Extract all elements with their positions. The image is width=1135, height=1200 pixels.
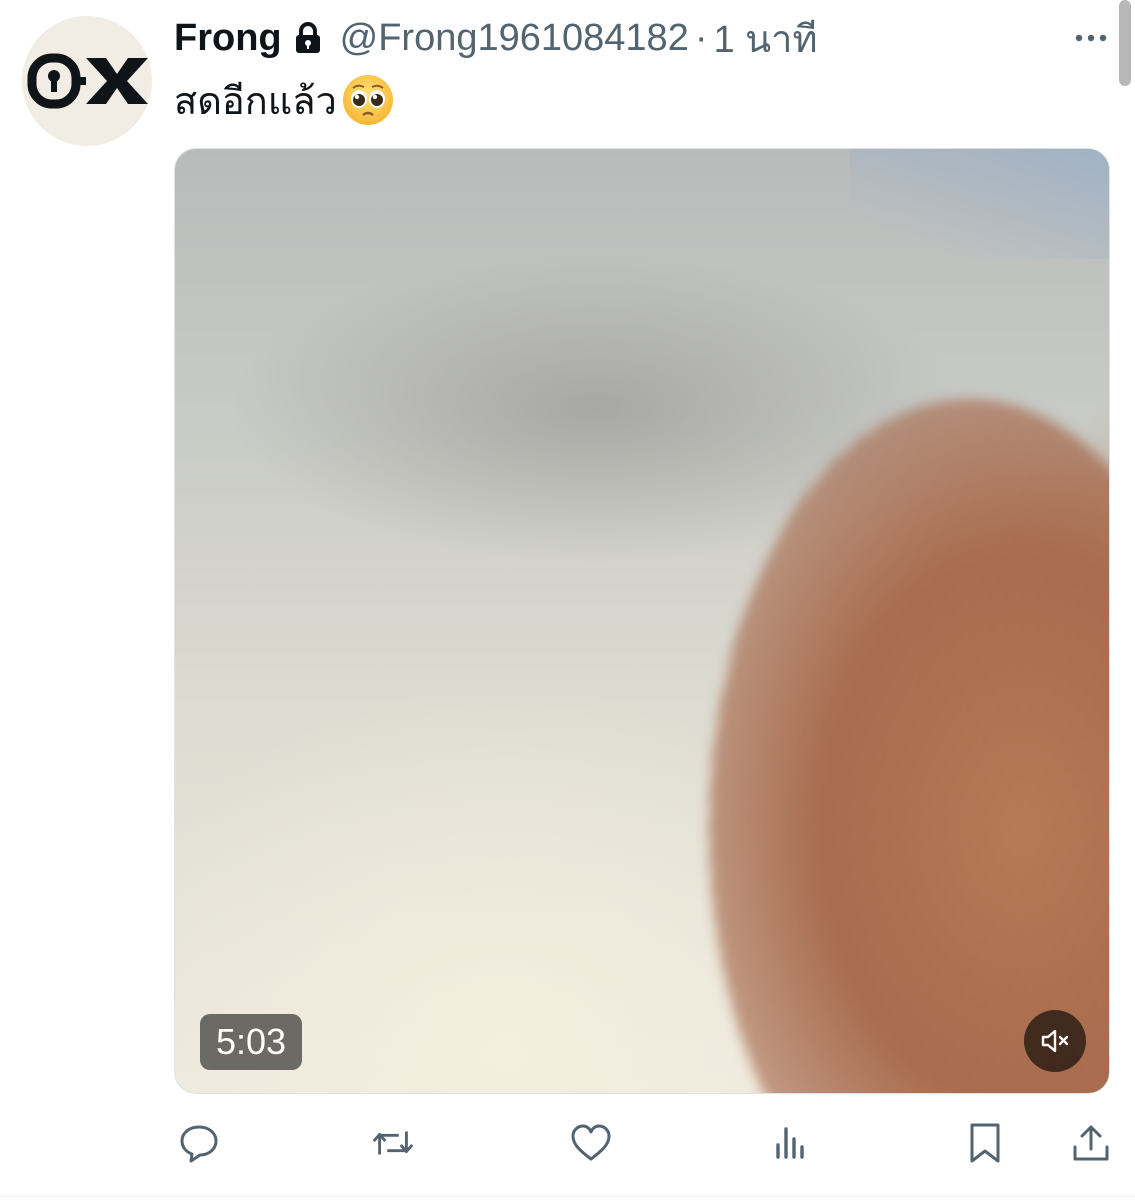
video-frame-background bbox=[849, 149, 1109, 259]
share-icon bbox=[1073, 1125, 1109, 1161]
retweet-button[interactable] bbox=[370, 1120, 416, 1166]
heart-icon bbox=[571, 1124, 611, 1161]
separator-dot: · bbox=[694, 16, 708, 59]
video-duration-badge: 5:03 bbox=[200, 1014, 302, 1070]
video-player[interactable] bbox=[174, 148, 1110, 1094]
video-frame-subject bbox=[709, 399, 1109, 1093]
tweet[interactable]: Frong @Frong1961084182 · 1 นาที สดอีกแล้… bbox=[0, 0, 1135, 1200]
tweet-text: สดอีกแล้ว bbox=[174, 72, 395, 128]
ox-logo-icon bbox=[27, 53, 148, 109]
timestamp[interactable]: 1 นาที bbox=[713, 8, 817, 69]
lock-icon bbox=[294, 21, 322, 55]
share-button[interactable] bbox=[1068, 1120, 1114, 1166]
bookmark-button[interactable] bbox=[962, 1120, 1008, 1166]
mute-button[interactable] bbox=[1024, 1010, 1086, 1072]
reply-icon bbox=[180, 1125, 218, 1163]
display-name[interactable]: Frong bbox=[174, 17, 282, 60]
more-options-icon[interactable] bbox=[1071, 28, 1111, 48]
retweet-icon bbox=[372, 1131, 414, 1155]
pleading-face-icon bbox=[341, 73, 395, 127]
bookmark-icon bbox=[970, 1123, 1000, 1163]
avatar[interactable] bbox=[22, 16, 152, 146]
tweet-actions bbox=[0, 1114, 1135, 1170]
user-handle[interactable]: @Frong1961084182 bbox=[340, 17, 689, 60]
scrollbar-thumb[interactable] bbox=[1119, 0, 1131, 86]
like-button[interactable] bbox=[568, 1120, 614, 1166]
tweet-text-content: สดอีกแล้ว bbox=[174, 80, 337, 123]
divider bbox=[0, 1196, 1135, 1197]
views-icon bbox=[776, 1127, 804, 1159]
speaker-muted-icon bbox=[1041, 1029, 1069, 1053]
views-button[interactable] bbox=[768, 1120, 814, 1166]
tweet-header: Frong @Frong1961084182 · 1 นาที bbox=[174, 14, 818, 62]
reply-button[interactable] bbox=[176, 1120, 222, 1166]
